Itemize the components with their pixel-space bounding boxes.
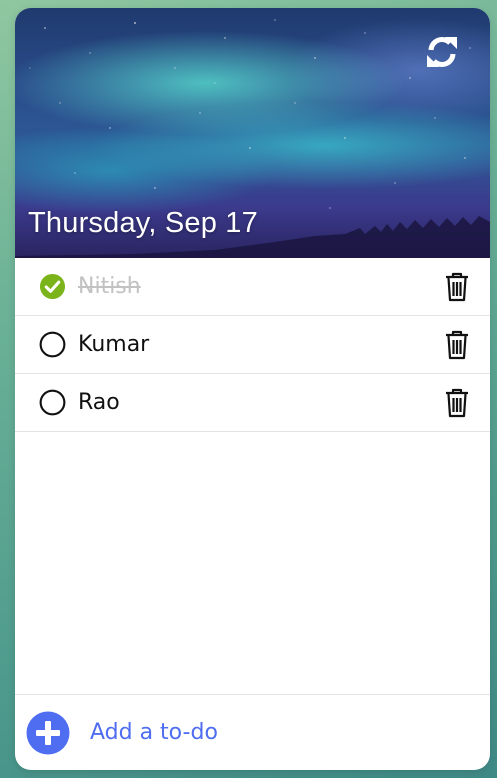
trash-icon[interactable] xyxy=(443,388,471,418)
todo-card: Thursday, Sep 17 Nitish Kumar Rao Add a … xyxy=(15,8,490,770)
todo-text[interactable]: Kumar xyxy=(78,332,149,357)
todo-text[interactable]: Rao xyxy=(78,390,120,415)
trash-icon[interactable] xyxy=(443,330,471,360)
todo-list: Nitish Kumar Rao xyxy=(15,258,490,432)
todo-item: Kumar xyxy=(15,316,490,374)
sync-icon xyxy=(427,37,457,67)
refresh-button[interactable] xyxy=(422,32,462,72)
add-todo-button[interactable]: Add a to-do xyxy=(90,720,218,745)
circle-outline-icon[interactable] xyxy=(39,331,66,358)
todo-item: Nitish xyxy=(15,258,490,316)
check-circle-filled-icon[interactable] xyxy=(39,273,66,300)
todo-item: Rao xyxy=(15,374,490,432)
add-todo-bar: Add a to-do xyxy=(15,694,490,770)
plus-circle-icon[interactable] xyxy=(26,711,70,755)
todo-text[interactable]: Nitish xyxy=(78,274,141,299)
circle-outline-icon[interactable] xyxy=(39,389,66,416)
date-title: Thursday, Sep 17 xyxy=(28,207,258,239)
header-banner: Thursday, Sep 17 xyxy=(15,8,490,258)
trash-icon[interactable] xyxy=(443,272,471,302)
